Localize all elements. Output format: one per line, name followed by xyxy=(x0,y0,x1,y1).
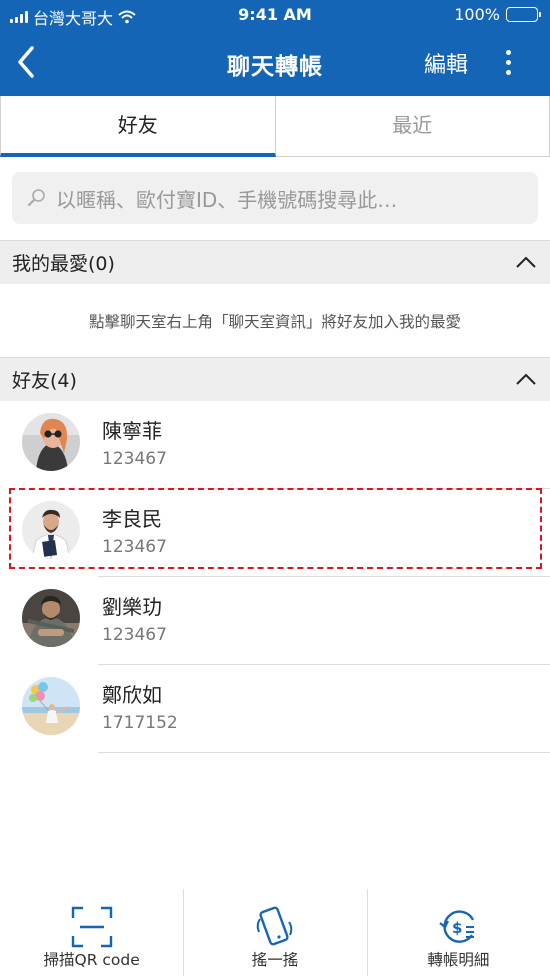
friends-section-header[interactable]: 好友(4) xyxy=(0,357,550,401)
avatar xyxy=(22,589,80,647)
transfer-history-icon: $ xyxy=(439,910,475,943)
favorites-section-header[interactable]: 我的最愛(0) xyxy=(0,240,550,284)
transfer-history-button[interactable]: $ 轉帳明細 xyxy=(366,887,550,976)
qr-scan-icon xyxy=(71,906,112,948)
friend-row[interactable]: 李良民 123467 xyxy=(0,489,550,577)
search-icon xyxy=(27,189,45,207)
friend-id: 123467 xyxy=(102,625,167,645)
search-area: 以暱稱、歐付寶ID、手機號碼搜尋此… xyxy=(0,157,550,240)
avatar xyxy=(22,413,80,471)
edit-button[interactable]: 編輯 xyxy=(424,47,468,79)
friend-row[interactable]: 鄭欣如 1717152 xyxy=(0,665,550,753)
divider xyxy=(98,752,550,753)
friend-name: 鄭欣如 xyxy=(102,683,162,707)
avatar xyxy=(22,501,80,559)
chevron-up-icon[interactable] xyxy=(514,251,538,275)
friend-name: 劉樂玏 xyxy=(102,595,162,619)
top-bar: 台灣大哥大 9:41 AM 100% 聊天轉帳 編輯 xyxy=(0,0,550,96)
transfer-history-label: 轉帳明細 xyxy=(427,951,490,969)
favorites-title: 我的最愛(0) xyxy=(12,253,115,275)
search-placeholder: 以暱稱、歐付寶ID、手機號碼搜尋此… xyxy=(56,187,398,212)
shake-button[interactable]: 搖一搖 xyxy=(183,887,366,976)
search-input[interactable]: 以暱稱、歐付寶ID、手機號碼搜尋此… xyxy=(12,172,538,224)
shake-phone-icon xyxy=(256,906,293,946)
tab-recent[interactable]: 最近 xyxy=(275,96,550,157)
shake-label: 搖一搖 xyxy=(251,951,299,969)
tab-friends[interactable]: 好友 xyxy=(0,96,276,157)
tab-bar: 好友 最近 xyxy=(0,96,550,157)
scan-qr-button[interactable]: 掃描QR code xyxy=(0,887,183,976)
battery-area: 100% xyxy=(454,5,541,24)
friend-row[interactable]: 陳寧菲 123467 xyxy=(0,401,550,489)
nav-bar: 聊天轉帳 編輯 xyxy=(0,30,550,96)
bottom-bar: 掃描QR code 搖一搖 $ 轉帳明細 xyxy=(0,887,550,976)
friend-id: 123467 xyxy=(102,449,167,469)
svg-text:$: $ xyxy=(452,919,462,937)
more-vertical-icon[interactable] xyxy=(496,42,520,82)
battery-percent: 100% xyxy=(454,5,500,24)
battery-icon xyxy=(506,7,541,22)
friend-id: 1717152 xyxy=(102,713,178,733)
favorites-hint: 點擊聊天室右上角「聊天室資訊」將好友加入我的最愛 xyxy=(88,313,461,331)
scan-qr-label: 掃描QR code xyxy=(43,951,140,969)
friend-name: 陳寧菲 xyxy=(102,419,162,443)
status-bar: 台灣大哥大 9:41 AM 100% xyxy=(0,0,550,30)
friend-name: 李良民 xyxy=(102,507,162,531)
friend-id: 123467 xyxy=(102,537,167,557)
avatar xyxy=(22,677,80,735)
friend-row[interactable]: 劉樂玏 123467 xyxy=(0,577,550,665)
friends-title: 好友(4) xyxy=(12,370,77,392)
chevron-up-icon[interactable] xyxy=(514,368,538,392)
